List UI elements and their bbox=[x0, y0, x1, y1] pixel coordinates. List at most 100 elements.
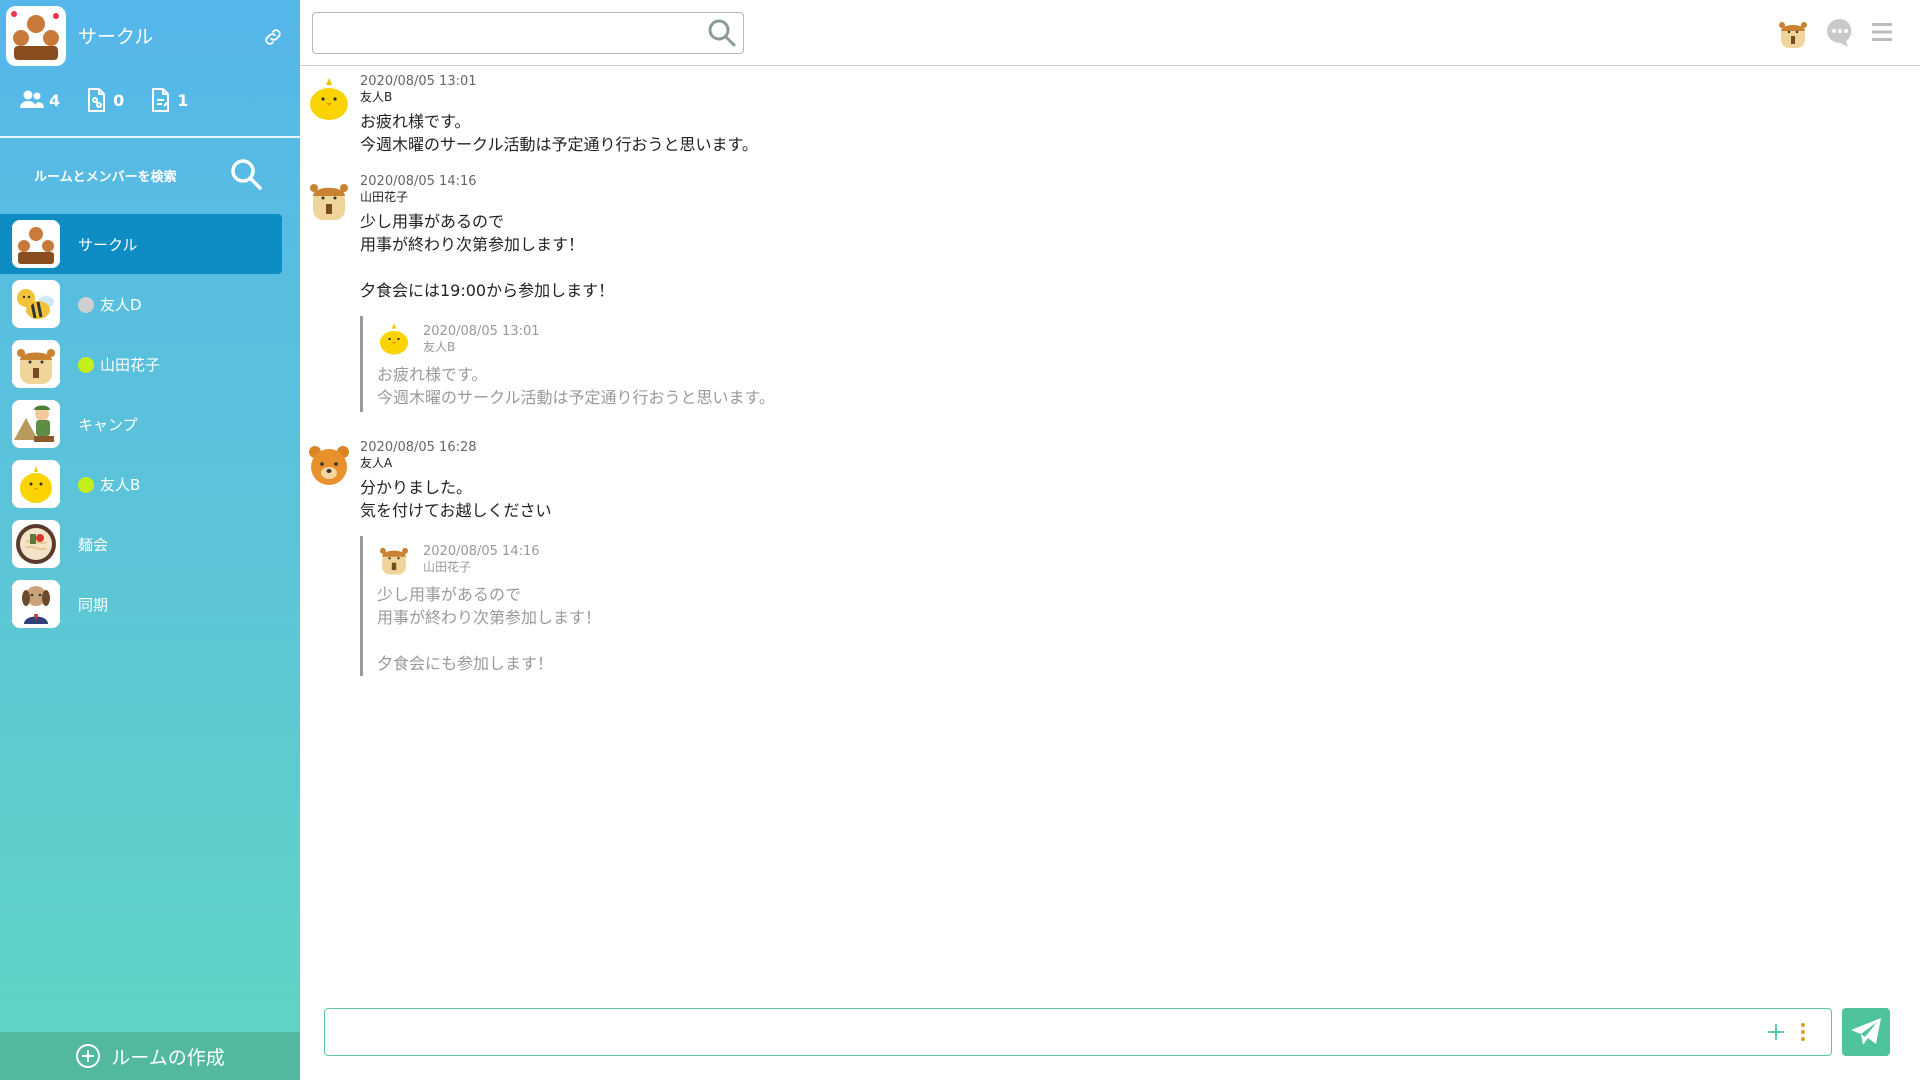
room-name: 同期 bbox=[78, 594, 108, 615]
message-text-line: 今週木曜のサークル活動は予定通り行おうと思います。 bbox=[360, 135, 758, 154]
hamburger-menu-icon[interactable] bbox=[1870, 20, 1894, 44]
sidebar: サークル 4 0 1 ルームとメンバーを検索 サークル 友人D 山田花子 キャン… bbox=[0, 0, 300, 1080]
search-icon[interactable] bbox=[706, 17, 738, 49]
quote-text: 少し用事があるので 用事が終わり次第参加します！ 夕食会にも参加します！ bbox=[377, 583, 601, 675]
room-header: サークル 4 0 1 bbox=[0, 0, 300, 138]
message-text-line: 少し用事があるので bbox=[360, 212, 505, 231]
room-name-text: 山田花子 bbox=[100, 356, 161, 374]
members-stat[interactable]: 4 bbox=[18, 86, 60, 114]
status-dot-online bbox=[78, 476, 94, 493]
room-name: キャンプ bbox=[78, 414, 138, 435]
room-title: サークル bbox=[78, 26, 154, 48]
chick-avatar-icon[interactable] bbox=[306, 76, 352, 122]
hamster-avatar-icon[interactable] bbox=[306, 176, 352, 222]
quoted-message[interactable]: 2020/08/05 13:01 友人B お疲れ様です。 今週木曜のサークル活動… bbox=[360, 316, 775, 412]
message-text-line: 用事が終わり次第参加します！ bbox=[360, 235, 585, 254]
room-stats: 4 0 1 bbox=[18, 86, 210, 114]
file-icon bbox=[88, 88, 106, 112]
room-avatar bbox=[12, 340, 60, 388]
message-timestamp: 2020/08/05 14:16 bbox=[360, 174, 477, 189]
room-item-friend-d[interactable]: 友人D bbox=[0, 274, 300, 334]
room-avatar bbox=[12, 460, 60, 508]
message-author: 友人A bbox=[360, 456, 393, 470]
quote-header: 2020/08/05 14:16 山田花子 bbox=[423, 536, 601, 575]
link-icon[interactable] bbox=[262, 26, 284, 48]
room-name-text: サークル bbox=[78, 236, 138, 254]
create-room-button[interactable]: ルームの作成 bbox=[0, 1032, 300, 1080]
room-avatar bbox=[12, 280, 60, 328]
room-logo-icon[interactable] bbox=[6, 6, 66, 66]
message-text-line: 夕食会には19:00から参加します！ bbox=[360, 281, 615, 300]
quote-text-line: お疲れ様です。 bbox=[377, 365, 488, 384]
search-icon[interactable] bbox=[228, 156, 264, 192]
add-circle-icon bbox=[76, 1044, 101, 1068]
quote-text: お疲れ様です。 今週木曜のサークル活動は予定通り行おうと思います。 bbox=[377, 363, 775, 409]
paper-plane-icon bbox=[1851, 1018, 1881, 1045]
send-button[interactable] bbox=[1842, 1008, 1890, 1056]
message-composer bbox=[324, 1008, 1832, 1056]
chick-avatar-icon bbox=[379, 323, 409, 355]
plus-icon[interactable] bbox=[1765, 1021, 1787, 1043]
room-item-circle[interactable]: サークル bbox=[0, 214, 282, 274]
notes-count: 1 bbox=[177, 90, 189, 110]
status-dot-online bbox=[78, 356, 94, 373]
sidebar-search[interactable]: ルームとメンバーを検索 bbox=[0, 138, 300, 214]
room-item-noodle-club[interactable]: 麺会 bbox=[0, 514, 300, 574]
message-text-line: 分かりました。 bbox=[360, 478, 473, 497]
room-name-text: 麺会 bbox=[78, 536, 109, 554]
room-name-text: 友人D bbox=[100, 296, 142, 314]
message-text-line: 気を付けてお越しください bbox=[360, 501, 552, 520]
message-input[interactable] bbox=[325, 1009, 1725, 1055]
files-stat[interactable]: 0 bbox=[82, 86, 124, 114]
room-name: 山田花子 bbox=[78, 354, 160, 375]
message-timestamp: 2020/08/05 16:28 bbox=[360, 440, 477, 455]
message-body: 2020/08/05 13:01 友人B お疲れ様です。 今週木曜のサークル活動… bbox=[360, 74, 758, 156]
quote-author: 山田花子 bbox=[423, 560, 472, 574]
status-dot-offline bbox=[78, 296, 94, 313]
room-avatar bbox=[12, 400, 60, 448]
files-count: 0 bbox=[113, 90, 125, 110]
room-item-colleagues[interactable]: 同期 bbox=[0, 574, 300, 634]
room-avatar bbox=[12, 520, 60, 568]
quote-timestamp: 2020/08/05 14:16 bbox=[423, 544, 540, 559]
room-name: 友人B bbox=[78, 474, 140, 495]
message-list: 2020/08/05 13:01 友人B お疲れ様です。 今週木曜のサークル活動… bbox=[300, 66, 1920, 996]
quote-header: 2020/08/05 13:01 友人B bbox=[423, 316, 775, 355]
room-avatar bbox=[12, 580, 60, 628]
quoted-message[interactable]: 2020/08/05 14:16 山田花子 少し用事があるので 用事が終わり次第… bbox=[360, 536, 601, 676]
message-search-input[interactable] bbox=[312, 12, 744, 54]
members-icon bbox=[20, 90, 44, 108]
message-body: 2020/08/05 14:16 山田花子 少し用事があるので 用事が終わり次第… bbox=[360, 174, 775, 412]
quote-timestamp: 2020/08/05 13:01 bbox=[423, 324, 540, 339]
message-text-line bbox=[360, 256, 775, 279]
room-list: サークル 友人D 山田花子 キャンプ 友人B 麺会 同期 bbox=[0, 214, 300, 634]
user-avatar-icon[interactable] bbox=[1776, 16, 1810, 50]
quote-text-line: 夕食会にも参加します！ bbox=[377, 654, 554, 673]
message-author: 山田花子 bbox=[360, 190, 409, 204]
quote-text-line bbox=[377, 629, 601, 652]
more-vertical-icon[interactable] bbox=[1795, 1021, 1811, 1043]
room-item-friend-b[interactable]: 友人B bbox=[0, 454, 300, 514]
room-item-camp[interactable]: キャンプ bbox=[0, 394, 300, 454]
members-count: 4 bbox=[49, 90, 61, 110]
room-name: 友人D bbox=[78, 294, 142, 315]
room-item-yamada-hanako[interactable]: 山田花子 bbox=[0, 334, 300, 394]
top-bar bbox=[300, 0, 1920, 66]
chat-bubble-icon[interactable] bbox=[1824, 16, 1856, 48]
quote-text-line: 用事が終わり次第参加します！ bbox=[377, 608, 602, 627]
bear-avatar-icon[interactable] bbox=[306, 442, 352, 488]
message-author: 友人B bbox=[360, 90, 393, 104]
quote-text-line: 少し用事があるので bbox=[377, 585, 522, 604]
room-name-text: 同期 bbox=[78, 596, 109, 614]
quote-text-line: 今週木曜のサークル活動は予定通り行おうと思います。 bbox=[377, 388, 775, 407]
notes-stat[interactable]: 1 bbox=[146, 86, 188, 114]
room-name: サークル bbox=[78, 234, 138, 255]
room-name-text: キャンプ bbox=[78, 416, 138, 434]
message-body: 2020/08/05 16:28 友人A 分かりました。 気を付けてお越しくださ… bbox=[360, 440, 601, 676]
hamster-avatar-icon bbox=[379, 547, 409, 575]
note-icon bbox=[152, 88, 170, 112]
create-room-label: ルームの作成 bbox=[111, 1046, 225, 1069]
room-name: 麺会 bbox=[78, 534, 108, 555]
message-timestamp: 2020/08/05 13:01 bbox=[360, 74, 477, 89]
room-name-text: 友人B bbox=[100, 476, 141, 494]
